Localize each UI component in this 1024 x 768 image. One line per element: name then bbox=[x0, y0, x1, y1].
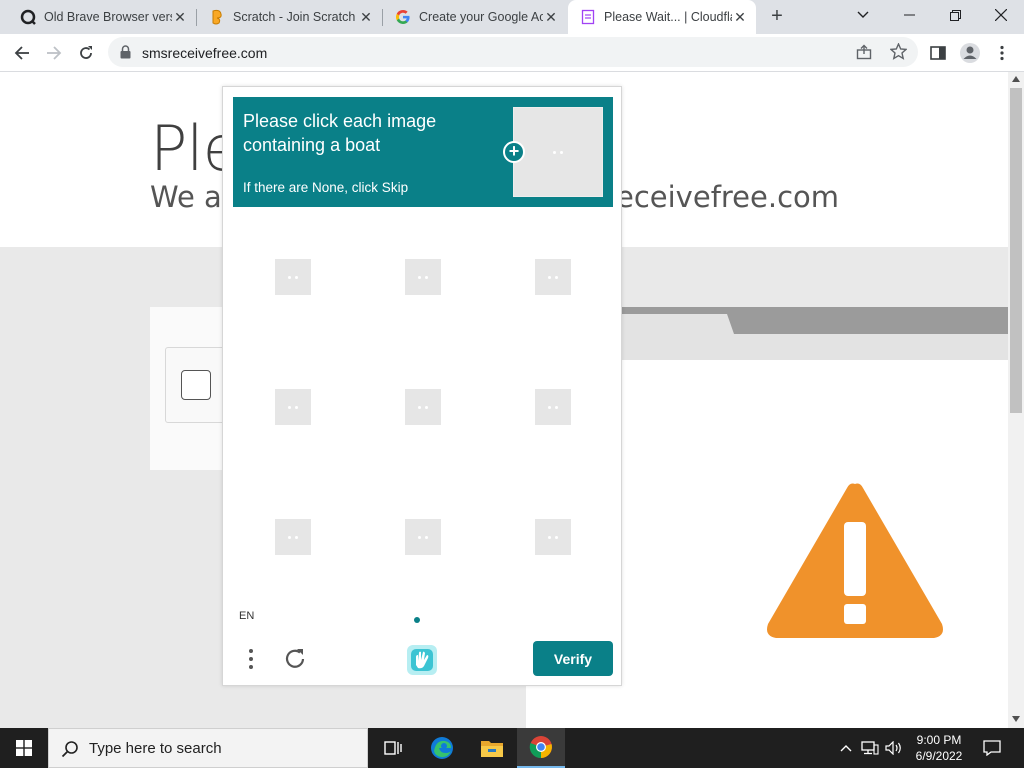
search-icon bbox=[61, 741, 78, 758]
restore-button[interactable] bbox=[932, 0, 978, 30]
challenge-image-tile[interactable] bbox=[405, 519, 441, 555]
edge-icon[interactable] bbox=[418, 728, 466, 768]
new-tab-button[interactable]: + bbox=[764, 4, 790, 30]
tab-title: Scratch - Join Scratch bbox=[233, 10, 356, 24]
network-icon[interactable] bbox=[860, 738, 880, 758]
challenge-image-tile[interactable] bbox=[405, 389, 441, 425]
tab-search-icon[interactable] bbox=[840, 0, 886, 30]
reload-button[interactable] bbox=[72, 39, 100, 67]
tab-title: Please Wait... | Cloudfla bbox=[604, 10, 732, 24]
challenge-image-tile[interactable] bbox=[535, 259, 571, 295]
skip-hint: If there are None, click Skip bbox=[243, 180, 409, 195]
tray-overflow-icon[interactable] bbox=[836, 738, 856, 758]
bookmark-star-icon[interactable] bbox=[889, 42, 908, 65]
warning-icon bbox=[767, 483, 943, 638]
verify-button[interactable]: Verify bbox=[533, 641, 613, 676]
tab-cloudflare[interactable]: Please Wait... | Cloudfla ✕ bbox=[568, 0, 756, 34]
clock-date: 6/9/2022 bbox=[915, 749, 963, 763]
close-window-button[interactable] bbox=[978, 0, 1024, 30]
notifications-icon[interactable] bbox=[982, 738, 1002, 758]
challenge-checkbox[interactable] bbox=[181, 370, 211, 400]
prompt-text: Please click each image containing a boa… bbox=[243, 111, 437, 155]
content-tab-edge bbox=[720, 314, 734, 334]
minimize-button[interactable] bbox=[886, 0, 932, 30]
back-button[interactable] bbox=[8, 39, 36, 67]
windows-taskbar: Type here to search 9:00 PM 6/9/2022 bbox=[0, 728, 1024, 768]
challenge-image-tile[interactable] bbox=[275, 519, 311, 555]
tab-google[interactable]: Create your Google Ac ✕ bbox=[383, 0, 567, 34]
expand-example-icon[interactable]: + bbox=[503, 141, 525, 163]
google-icon bbox=[395, 9, 411, 25]
brave-search-icon bbox=[20, 9, 36, 25]
tab-title: Old Brave Browser vers bbox=[44, 10, 172, 24]
forward-button[interactable] bbox=[40, 39, 68, 67]
challenge-prompt: Please click each image containing a boa… bbox=[233, 97, 613, 207]
task-view-icon[interactable] bbox=[368, 728, 416, 768]
tab-scratch[interactable]: Scratch - Join Scratch ✕ bbox=[197, 0, 382, 34]
scroll-up-icon[interactable] bbox=[1012, 76, 1020, 82]
challenge-image-tile[interactable] bbox=[405, 259, 441, 295]
taskbar-search-box[interactable]: Type here to search bbox=[48, 728, 368, 768]
tab-title: Create your Google Ac bbox=[419, 10, 543, 24]
windows-start-icon[interactable] bbox=[0, 728, 48, 768]
refresh-challenge-button[interactable] bbox=[281, 645, 309, 673]
system-clock[interactable]: 9:00 PM 6/9/2022 bbox=[900, 732, 978, 764]
close-tab-icon[interactable]: ✕ bbox=[732, 9, 748, 25]
address-bar[interactable]: smsreceivefree.com bbox=[108, 37, 918, 67]
hcaptcha-logo[interactable] bbox=[405, 643, 439, 677]
close-tab-icon[interactable]: ✕ bbox=[543, 9, 559, 25]
profile-avatar[interactable] bbox=[956, 39, 984, 67]
page-subtitle-domain: eceivefree.com bbox=[616, 180, 840, 214]
scratch-icon bbox=[209, 9, 225, 25]
challenge-menu-button[interactable] bbox=[243, 645, 259, 673]
clock-time: 9:00 PM bbox=[916, 733, 962, 747]
scrollbar-thumb[interactable] bbox=[1010, 88, 1022, 413]
content-tab bbox=[622, 314, 727, 334]
example-image[interactable] bbox=[513, 107, 603, 197]
challenge-image-tile[interactable] bbox=[275, 259, 311, 295]
tab-strip: Old Brave Browser vers ✕ Scratch - Join … bbox=[0, 0, 1024, 34]
close-tab-icon[interactable]: ✕ bbox=[172, 9, 188, 25]
more-menu-icon[interactable] bbox=[988, 39, 1016, 67]
hcaptcha-challenge: Please click each image containing a boa… bbox=[222, 86, 622, 686]
tab-brave[interactable]: Old Brave Browser vers ✕ bbox=[8, 0, 196, 34]
browser-toolbar: smsreceivefree.com bbox=[0, 34, 1024, 72]
lock-icon[interactable] bbox=[120, 45, 131, 64]
challenge-image-tile[interactable] bbox=[535, 519, 571, 555]
scroll-down-icon[interactable] bbox=[1012, 716, 1020, 722]
file-explorer-icon[interactable] bbox=[468, 728, 516, 768]
chrome-icon[interactable] bbox=[517, 728, 565, 768]
search-placeholder: Type here to search bbox=[89, 740, 222, 757]
challenge-image-tile[interactable] bbox=[535, 389, 571, 425]
page-indicator bbox=[414, 617, 420, 623]
side-panel-icon[interactable] bbox=[924, 39, 952, 67]
url-text: smsreceivefree.com bbox=[142, 45, 268, 61]
language-selector[interactable]: EN bbox=[239, 610, 254, 622]
share-icon[interactable] bbox=[856, 44, 872, 65]
page-icon bbox=[580, 9, 596, 25]
close-tab-icon[interactable]: ✕ bbox=[358, 9, 374, 25]
challenge-image-tile[interactable] bbox=[275, 389, 311, 425]
